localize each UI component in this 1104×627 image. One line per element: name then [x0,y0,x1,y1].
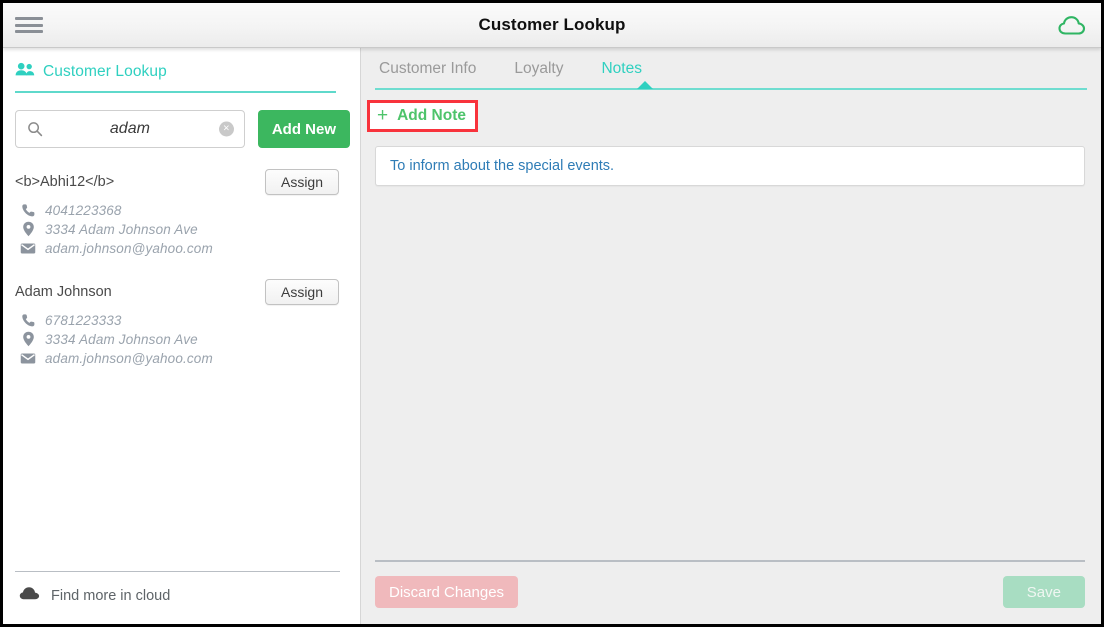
application-window: Customer Lookup Customer Lookup adam × A… [0,0,1104,627]
customer-list: <b>Abhi12</b> Assign 4041223368 3334 Ada… [3,148,360,366]
customer-name: Adam Johnson [15,284,112,300]
detail-panel: Customer Info Loyalty Notes + Add Note T… [361,48,1101,624]
customer-address-row: 3334 Adam Johnson Ave [15,221,350,237]
add-note-label: Add Note [397,106,466,124]
envelope-icon [20,350,36,366]
add-note-row: + Add Note [361,90,1101,132]
list-item[interactable]: Adam Johnson Assign 6781223333 3334 Adam… [15,279,350,366]
search-row: × Add New [3,93,360,148]
customer-phone-row: 6781223333 [15,312,350,328]
customer-email: adam.johnson@yahoo.com [45,240,213,256]
hamburger-menu-icon[interactable] [15,15,43,35]
find-more-in-cloud-label: Find more in cloud [51,587,171,604]
people-group-icon [15,62,35,82]
sidebar-title: Customer Lookup [43,63,167,80]
tab-customer-info[interactable]: Customer Info [379,60,476,88]
customer-lookup-sidebar: Customer Lookup × Add New [3,48,361,624]
assign-button[interactable]: Assign [265,169,339,195]
phone-icon [20,202,36,218]
tabs-container: Customer Info Loyalty Notes [361,48,1101,90]
list-item[interactable]: <b>Abhi12</b> Assign 4041223368 3334 Ada… [15,169,350,256]
active-tab-indicator [637,81,653,89]
cloud-solid-icon [19,585,40,606]
detail-footer: Discard Changes Save [361,560,1101,624]
customer-address: 3334 Adam Johnson Ave [45,331,198,347]
customer-name: <b>Abhi12</b> [15,174,115,190]
customer-email-row: adam.johnson@yahoo.com [15,350,350,366]
tabs-underline [375,81,1087,90]
customer-email: adam.johnson@yahoo.com [45,350,213,366]
clear-circle-icon[interactable]: × [218,121,234,137]
tab-loyalty[interactable]: Loyalty [514,60,563,88]
search-icon [27,121,43,137]
tab-notes[interactable]: Notes [601,60,642,88]
tab-list: Customer Info Loyalty Notes [375,60,1087,88]
map-pin-icon [20,331,36,347]
assign-button[interactable]: Assign [265,279,339,305]
body-container: Customer Lookup × Add New [3,48,1101,624]
page-title: Customer Lookup [478,15,626,34]
footer-actions: Discard Changes Save [375,562,1085,624]
discard-changes-button[interactable]: Discard Changes [375,576,519,608]
cloud-outline-icon[interactable] [1057,13,1087,37]
customer-phone: 6781223333 [45,312,122,328]
customer-address: 3334 Adam Johnson Ave [45,221,198,237]
customer-phone: 4041223368 [45,202,122,218]
sidebar-header: Customer Lookup [3,48,360,93]
phone-icon [20,312,36,328]
sidebar-footer: Find more in cloud [3,571,360,624]
customer-email-row: adam.johnson@yahoo.com [15,240,350,256]
map-pin-icon [20,221,36,237]
note-card[interactable]: To inform about the special events. [375,146,1085,186]
plus-icon: + [377,105,389,126]
save-button[interactable]: Save [1002,576,1085,608]
search-input[interactable] [16,111,244,147]
search-box[interactable]: × [15,110,245,148]
envelope-icon [20,240,36,256]
customer-phone-row: 4041223368 [15,202,350,218]
note-text[interactable]: To inform about the special events. [390,158,1070,174]
add-new-button[interactable]: Add New [257,110,350,148]
find-more-in-cloud-button[interactable]: Find more in cloud [15,572,348,624]
app-header: Customer Lookup [3,3,1101,48]
add-note-button[interactable]: + Add Note [367,100,478,132]
customer-address-row: 3334 Adam Johnson Ave [15,331,350,347]
notes-area: To inform about the special events. [361,132,1101,560]
